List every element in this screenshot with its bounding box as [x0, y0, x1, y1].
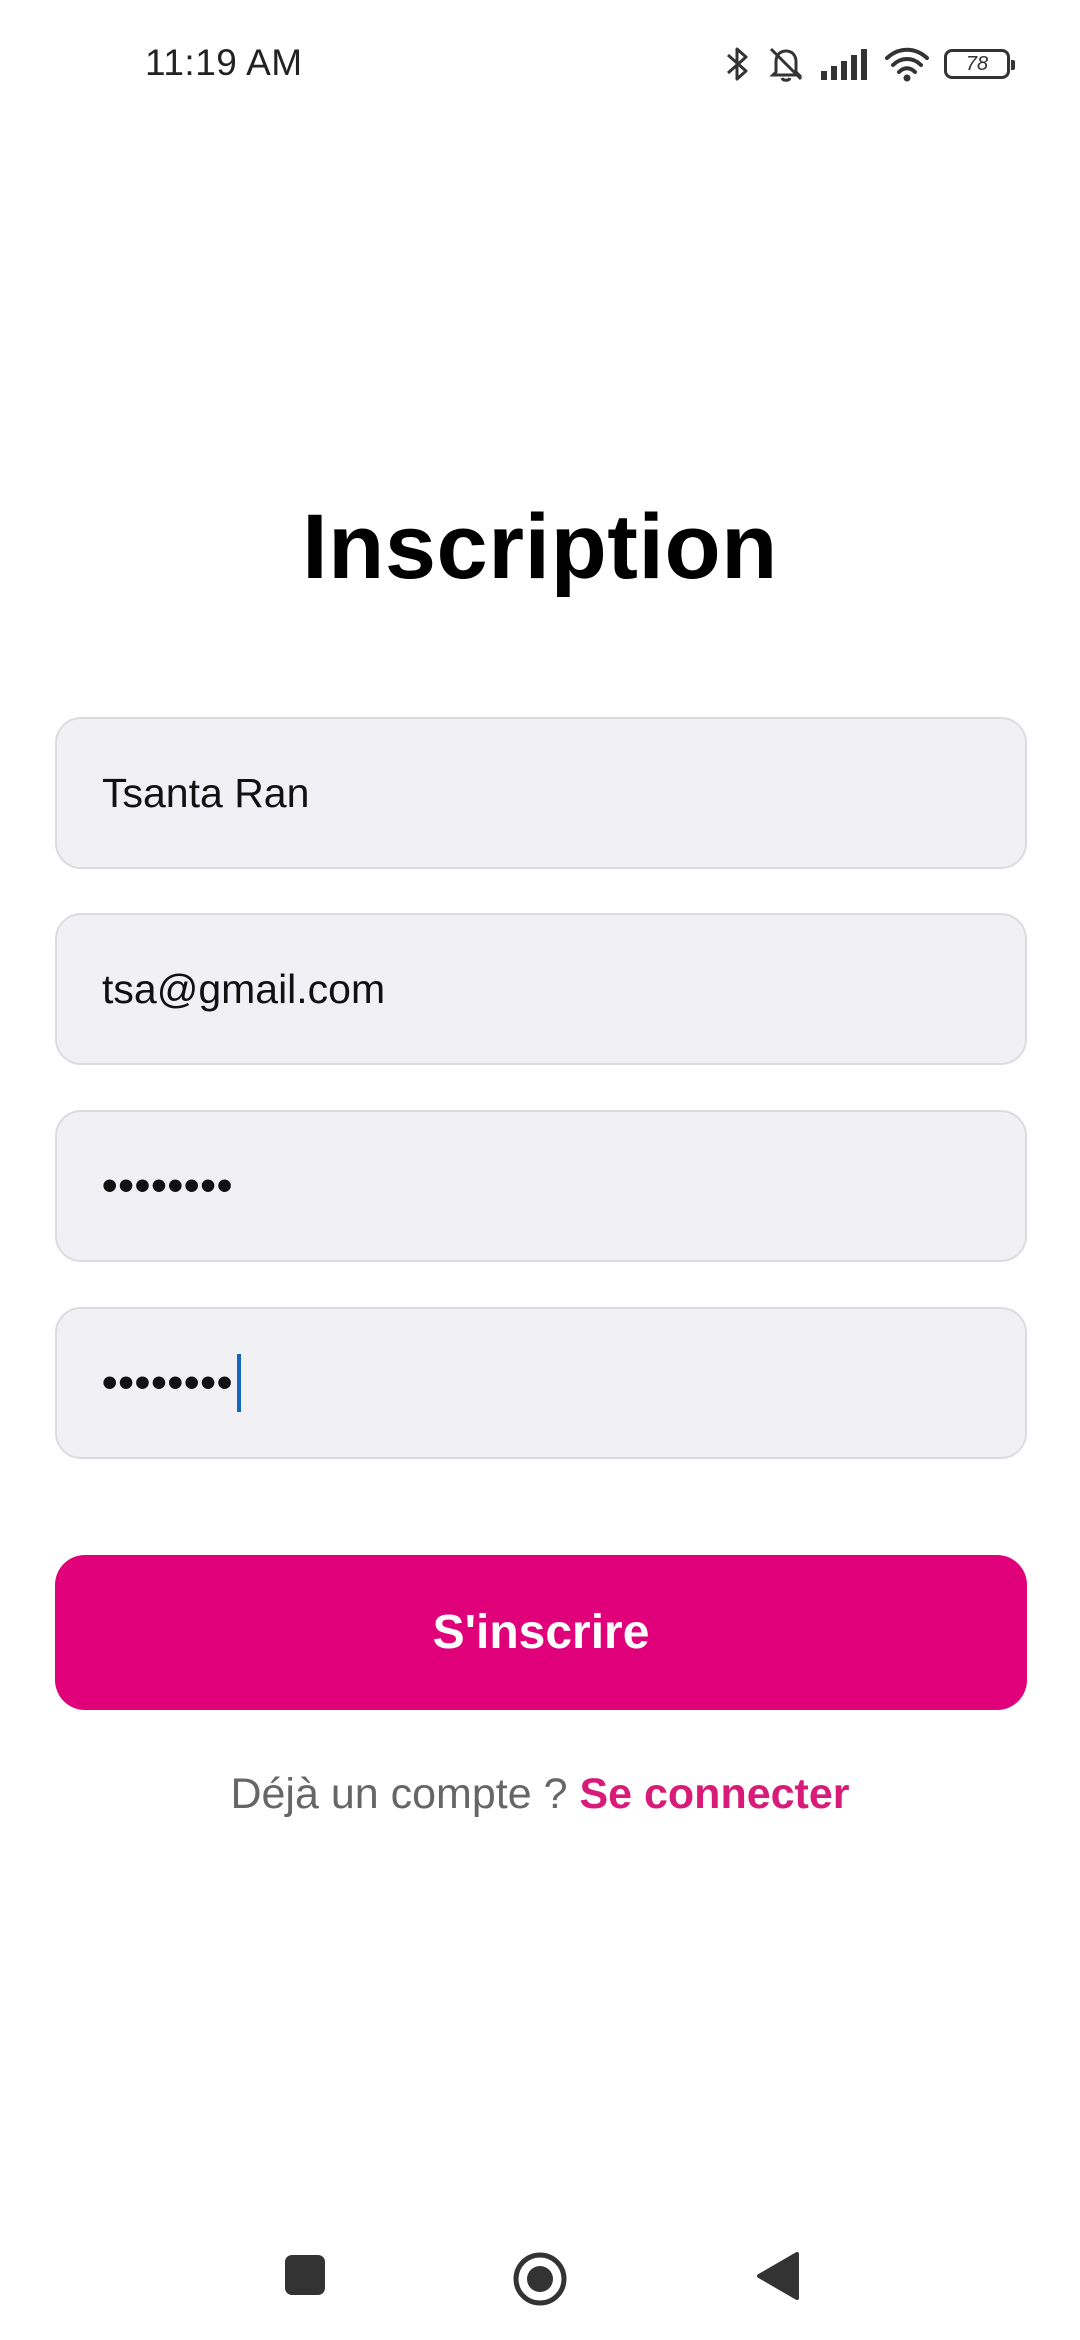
confirm-password-field[interactable]: •••••••• [55, 1307, 1027, 1459]
bell-muted-icon [766, 44, 806, 84]
text-cursor [237, 1354, 242, 1412]
signup-button-label: S'inscrire [432, 1606, 650, 1659]
status-icons: 78 [724, 40, 1015, 88]
battery-level: 78 [965, 52, 989, 75]
status-time: 11:19 AM [145, 42, 303, 83]
login-link[interactable]: Se connecter [579, 1770, 849, 1818]
signup-button[interactable]: S'inscrire [55, 1555, 1027, 1710]
confirm-password-field-value: •••••••• [102, 1358, 234, 1407]
back-triangle-icon[interactable] [755, 2250, 801, 2307]
email-field[interactable]: tsa@gmail.com [55, 913, 1027, 1065]
status-bar: 11:19 AM 78 [0, 0, 1080, 130]
login-prompt: Déjà un compte ? Se connecter [0, 1770, 1080, 1819]
recents-square-icon[interactable] [280, 2250, 330, 2305]
home-circle-icon[interactable] [511, 2250, 569, 2313]
bluetooth-icon [724, 44, 752, 84]
wifi-icon [884, 45, 930, 83]
page-title: Inscription [302, 496, 778, 598]
name-field[interactable]: Tsanta Ran [55, 717, 1027, 869]
name-field-value: Tsanta Ran [102, 769, 310, 816]
password-field[interactable]: •••••••• [55, 1110, 1027, 1262]
login-prompt-text: Déjà un compte ? [230, 1770, 580, 1818]
battery-icon: 78 [944, 49, 1015, 79]
email-field-value: tsa@gmail.com [102, 965, 386, 1012]
password-field-value: •••••••• [102, 1161, 234, 1210]
system-nav-bar [0, 2220, 1080, 2340]
signal-icon [820, 47, 870, 81]
